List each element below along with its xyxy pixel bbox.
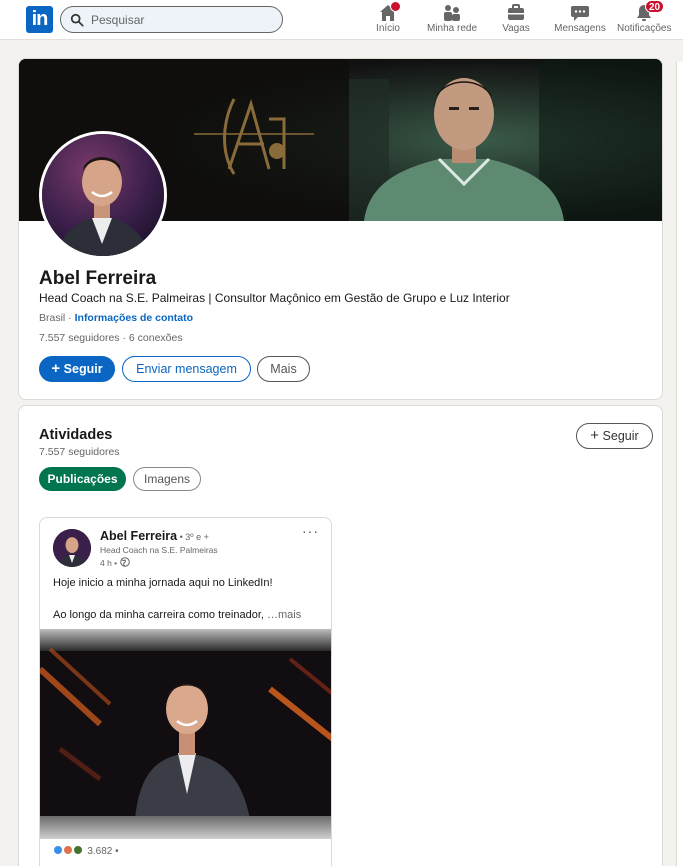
connections-count[interactable]: · 6 conexões	[120, 332, 182, 344]
profile-headline: Head Coach na S.E. Palmeiras | Consultor…	[39, 291, 510, 305]
nav-label-jobs: Vagas	[502, 23, 530, 34]
linkedin-logo[interactable]: in	[26, 6, 53, 33]
search-box[interactable]	[60, 6, 283, 33]
profile-stats: 7.557 seguidores · 6 conexões	[39, 332, 183, 344]
briefcase-icon	[508, 4, 524, 20]
profile-photo	[42, 134, 164, 256]
nav-item-jobs[interactable]: Vagas	[500, 3, 532, 37]
nav-label-my-network: Minha rede	[426, 23, 478, 34]
notification-dot	[390, 1, 401, 12]
plus-icon: +	[590, 427, 600, 444]
activity-follow-label: Seguir	[602, 429, 639, 443]
search-input[interactable]	[91, 10, 276, 30]
like-reaction-icon	[53, 845, 63, 855]
nav-label-home: Início	[376, 23, 400, 34]
follow-button-label: Seguir	[63, 362, 103, 376]
post-card[interactable]: Abel Ferreira • 3º e + Head Coach na S.E…	[39, 517, 332, 866]
post-author-headline: Head Coach na S.E. Palmeiras	[100, 545, 218, 555]
post-timestamp-line: 4 h •	[100, 557, 130, 568]
nav-label-notifications: Notificações	[617, 23, 672, 34]
follow-button[interactable]: + Seguir	[39, 356, 115, 382]
messaging-icon	[571, 6, 589, 21]
nav-item-notifications[interactable]: 20 Notificações	[617, 0, 672, 37]
profile-location-line: Brasil · Informações de contato	[39, 312, 193, 324]
post-author-avatar[interactable]	[53, 529, 91, 567]
more-button[interactable]: Mais	[257, 356, 310, 382]
profile-avatar[interactable]	[39, 131, 167, 259]
nav-item-messaging[interactable]: Mensagens	[554, 3, 606, 37]
search-icon	[70, 13, 84, 27]
top-navigation: in Início Minha rede Vagas	[0, 0, 683, 40]
reactions-count: 3.682 •	[87, 846, 119, 857]
post-reactions[interactable]: 3.682 •	[53, 845, 119, 857]
see-more-link[interactable]: …mais	[267, 609, 301, 621]
notification-count-badge: 20	[645, 0, 664, 13]
plus-icon: +	[51, 360, 61, 377]
profile-location: Brasil	[39, 312, 66, 324]
activity-title: Atividades	[39, 427, 113, 443]
post-text-excerpt: Ao longo da minha carreira como treinado…	[53, 609, 268, 621]
globe-icon	[119, 557, 130, 567]
location-separator: ·	[65, 312, 75, 324]
activity-follow-button[interactable]: + Seguir	[576, 423, 653, 449]
post-timestamp: 4 h •	[100, 558, 118, 568]
post-image[interactable]	[40, 629, 331, 839]
profile-name: Abel Ferreira	[39, 268, 157, 289]
post-options-button[interactable]: ···	[302, 523, 319, 539]
tab-publications[interactable]: Publicações	[39, 467, 126, 491]
activity-card: Atividades 7.557 seguidores + Seguir Pub…	[18, 405, 663, 866]
post-author-line: Abel Ferreira • 3º e +	[100, 529, 209, 543]
activity-followers: 7.557 seguidores	[39, 446, 120, 458]
nav-item-home[interactable]: Início	[370, 1, 406, 37]
post-author-name[interactable]: Abel Ferreira	[100, 529, 177, 543]
nav-item-my-network[interactable]: Minha rede	[426, 3, 478, 37]
post-text-line-2: Ao longo da minha carreira como treinado…	[53, 609, 331, 621]
tab-images[interactable]: Imagens	[133, 467, 201, 491]
network-icon	[444, 5, 460, 21]
celebrate-reaction-icon	[72, 845, 83, 855]
right-column-edge	[676, 62, 683, 866]
followers-count[interactable]: 7.557 seguidores	[39, 332, 120, 344]
post-author-photo	[53, 529, 91, 567]
post-text-line-1: Hoje inicio a minha jornada aqui no Link…	[53, 577, 273, 589]
profile-card: Abel Ferreira Head Coach na S.E. Palmeir…	[18, 58, 663, 400]
nav-label-messaging: Mensagens	[554, 23, 606, 34]
send-message-button[interactable]: Enviar mensagem	[122, 356, 251, 382]
post-photo	[40, 629, 331, 839]
contact-info-link[interactable]: Informações de contato	[75, 312, 193, 324]
connection-degree: • 3º e +	[177, 532, 209, 542]
love-reaction-icon	[62, 845, 73, 855]
